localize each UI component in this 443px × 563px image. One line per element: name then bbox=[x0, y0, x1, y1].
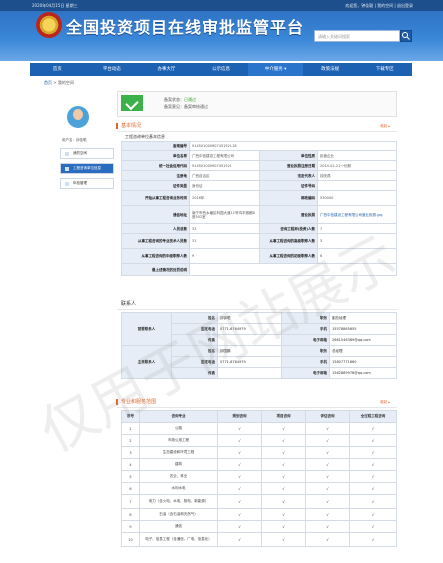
avatar bbox=[67, 106, 89, 128]
username: 用户名：钟佳聪 bbox=[62, 138, 87, 142]
breadcrumb-home[interactable]: 首页 bbox=[44, 80, 52, 85]
user-links[interactable]: 欢迎您，钟佳聪 | 我的空间 | 退出登录 bbox=[345, 0, 413, 11]
search-button[interactable] bbox=[400, 30, 412, 42]
date-text: 2020年04月15日 星期三 bbox=[32, 3, 78, 8]
basic-subhead: 工程咨询单位基本信息 bbox=[125, 134, 165, 139]
table-row: 8 石油（含石油和天然气） √ √ √ √ bbox=[121, 508, 397, 521]
sidebar-item-my-space[interactable]: 我的空间 bbox=[60, 148, 114, 159]
document-icon bbox=[65, 167, 69, 171]
table-row: 6 水利水电 √ √ √ √ bbox=[121, 482, 397, 495]
sidebar-item-annual-check[interactable]: 年检管理 bbox=[60, 178, 114, 189]
table-row: 1 公路 √ √ √ √ bbox=[121, 422, 397, 435]
collapse-basic-link[interactable]: 收起 ▴ bbox=[380, 124, 390, 129]
divider bbox=[117, 131, 397, 132]
search-input[interactable]: 请输入关键词搜索 bbox=[314, 30, 400, 42]
service-scope-table: 序号 咨询专业 规划咨询 项目咨询 评估咨询 全过程工程咨询 1 公路 √ √ √ √ 2… bbox=[121, 410, 397, 547]
national-emblem-icon bbox=[36, 12, 62, 38]
table-row: 10 电子、信息工程（含通信、广电、信息化） √ √ √ √ bbox=[121, 532, 397, 547]
contacts-table: 首要联系人 姓名 钟钟聪 职务 副总经理 固定电话 0771-6764979 手机 15578… bbox=[121, 312, 397, 379]
table-row: 3 生态建设和环境工程 √ √ √ √ bbox=[121, 446, 397, 459]
status-value: 已通过 bbox=[184, 97, 196, 102]
table-row: 4 建筑 √ √ √ √ bbox=[121, 458, 397, 471]
nav-download[interactable]: 下载专区 bbox=[357, 63, 412, 76]
section-title-service: 专业和服务范围 bbox=[121, 399, 157, 405]
nav-agency-service[interactable]: 中介服务 ▾ bbox=[248, 63, 303, 76]
status-line-1: 备案状态：已通过 bbox=[164, 97, 196, 102]
nav-policy[interactable]: 政策法规 bbox=[303, 63, 358, 76]
main-nav: 首页 平台动态 办事大厅 公示信息 中介服务 ▾ 政策法规 下载专区 bbox=[30, 63, 412, 76]
home-icon bbox=[65, 152, 69, 156]
status-panel bbox=[117, 91, 397, 117]
nav-home[interactable]: 首页 bbox=[30, 63, 85, 76]
status-line-2: 备案意见：备案审核通过 bbox=[164, 104, 208, 109]
license-file-link[interactable]: 广西中信建设工程有限公司营业执照.jpg bbox=[317, 205, 397, 224]
table-row: 2 市政公用工程 √ √ √ √ bbox=[121, 434, 397, 447]
section-marker bbox=[116, 399, 118, 405]
section-title-basic: 基本情况 bbox=[121, 123, 142, 129]
top-bar: 2020年04月15日 星期三 欢迎您，钟佳聪 | 我的空间 | 退出登录 bbox=[0, 0, 443, 11]
breadcrumb-current: 我的空间 bbox=[57, 80, 74, 85]
divider bbox=[117, 309, 397, 310]
table-row: 7 电力（含火电、水电、核电、新能源） √ √ √ √ bbox=[121, 494, 397, 509]
check-icon bbox=[121, 95, 143, 111]
nav-public-info[interactable]: 公示信息 bbox=[194, 63, 249, 76]
divider bbox=[117, 407, 397, 408]
basic-info-table: 备案编号 91450100090745152I-18 单位名称 广西中信建设工程有限… bbox=[121, 141, 397, 276]
collapse-service-link[interactable]: 收起 ▴ bbox=[380, 400, 390, 405]
site-title: 全国投资项目在线审批监管平台 bbox=[66, 18, 305, 37]
search-icon bbox=[402, 32, 410, 40]
nav-news[interactable]: 平台动态 bbox=[85, 63, 140, 76]
sidebar-item-unit-info[interactable]: 工程咨询单位信息 bbox=[60, 163, 114, 174]
section-marker bbox=[116, 123, 118, 129]
section-title-contacts: 联系人 bbox=[121, 301, 137, 307]
calendar-icon bbox=[65, 182, 69, 186]
nav-service-hall[interactable]: 办事大厅 bbox=[139, 63, 194, 76]
breadcrumb: 首页 > 我的空间 bbox=[44, 80, 74, 85]
table-row: 5 农业、林业 √ √ √ √ bbox=[121, 470, 397, 483]
table-row: 9 通信 √ √ √ √ bbox=[121, 520, 397, 533]
